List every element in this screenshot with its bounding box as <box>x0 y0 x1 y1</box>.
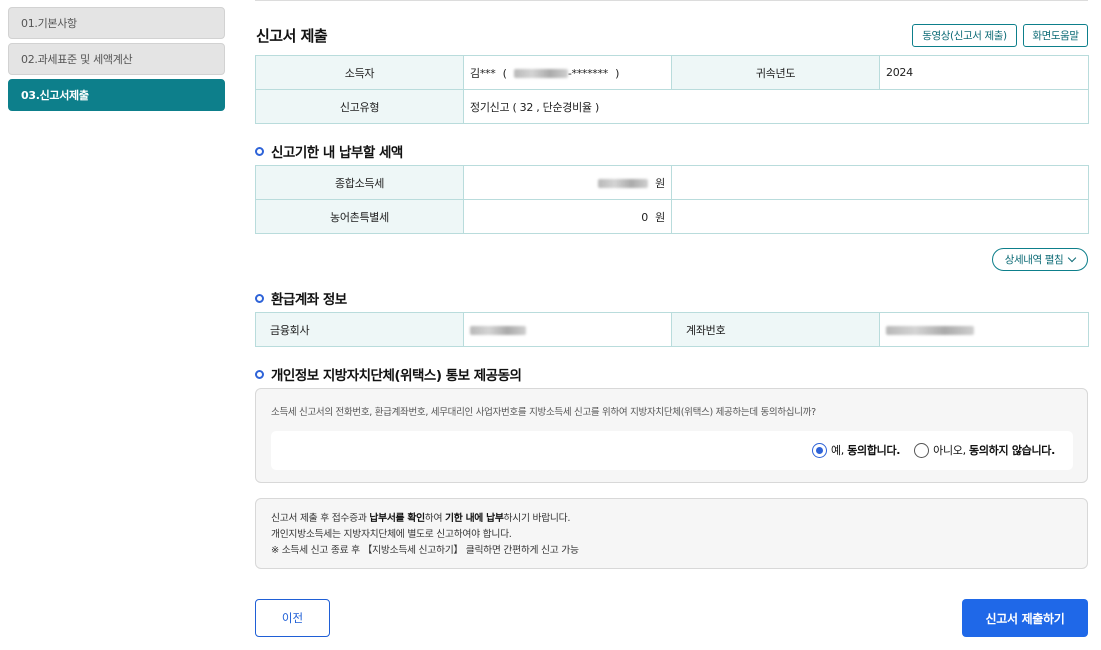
empty-cell <box>671 199 1089 234</box>
year-value: 2024 <box>879 55 1089 90</box>
redacted-id <box>513 69 568 78</box>
step-item-tax-calculation[interactable]: 02.과세표준 및 세액계산 <box>8 43 225 75</box>
taxpayer-value: 김*** ( -******* ) <box>463 55 672 90</box>
rural-tax-value: 0 원 <box>463 199 672 234</box>
notice-line-1: 신고서 제출 후 접수증과 납부서를 확인하여 기한 내에 납부하시기 바랍니다… <box>271 513 571 524</box>
consent-radio-group: 예, 동의합니다. 아니오, 동의하지 않습니다. <box>811 442 1055 458</box>
rural-tax-label: 농어촌특별세 <box>255 199 464 234</box>
screen-help-button[interactable]: 화면도움말 <box>1023 24 1088 47</box>
bank-value <box>463 312 672 347</box>
submit-return-button[interactable]: 신고서 제출하기 <box>962 599 1088 637</box>
empty-cell <box>671 165 1089 200</box>
consent-yes-label[interactable]: 예, 동의합니다. <box>831 442 901 458</box>
expand-details-label: 상세내역 펼침 <box>1004 254 1064 266</box>
notice-box: 신고서 제출 후 접수증과 납부서를 확인하여 기한 내에 납부하시기 바랍니다… <box>255 498 1088 569</box>
bank-label: 금융회사 <box>255 312 464 347</box>
circle-bullet-icon <box>255 146 264 156</box>
redacted-account <box>886 325 974 335</box>
taxpayer-name: 김*** <box>470 66 496 80</box>
section-title-text: 환급계좌 정보 <box>271 292 347 308</box>
redacted-amount <box>597 179 648 188</box>
taxpayer-id-open: ( <box>502 66 507 80</box>
redacted-bank <box>470 325 526 335</box>
table-row: 금융회사 계좌번호 <box>255 312 1089 347</box>
income-tax-value: 원 <box>463 165 672 200</box>
notice-line-2: 개인지방소득세는 지방자치단체에 별도로 신고하여야 합니다. <box>271 529 512 540</box>
table-row: 농어촌특별세 0 원 <box>255 199 1089 234</box>
step-item-submission[interactable]: 03.신고서제출 <box>8 79 225 111</box>
table-row: 소득자 김*** ( -******* ) 귀속년도 2024 <box>255 55 1089 90</box>
table-row: 종합소득세 원 <box>255 165 1089 200</box>
previous-button[interactable]: 이전 <box>255 599 330 637</box>
taxpayer-label: 소득자 <box>255 55 464 90</box>
expand-details-button[interactable]: 상세내역 펼침 <box>992 248 1088 271</box>
step-sidebar: 01.기본사항 02.과세표준 및 세액계산 03.신고서제출 <box>8 7 225 115</box>
filing-type-label: 신고유형 <box>255 89 464 124</box>
rural-tax-amount: 0 <box>641 210 648 224</box>
taxpayer-id-masked: -******* <box>567 66 608 80</box>
account-number-label: 계좌번호 <box>671 312 880 347</box>
notice-line-3: ※ 소득세 신고 종료 후 【지방소득세 신고하기】 클릭하면 간편하게 신고 … <box>271 545 579 556</box>
currency-unit: 원 <box>655 210 665 224</box>
consent-yes-radio[interactable] <box>811 442 827 458</box>
taxpayer-id-close: ) <box>615 66 620 80</box>
circle-bullet-icon <box>255 293 264 303</box>
circle-bullet-icon <box>255 369 264 379</box>
filing-type-value: 정기신고 ( 32 , 단순경비율 ) <box>463 89 1089 124</box>
section-title-text: 신고기한 내 납부할 세액 <box>271 145 403 161</box>
consent-no-radio[interactable] <box>914 442 930 458</box>
top-divider <box>255 0 1088 1</box>
tax-due-table: 종합소득세 원 농어촌특별세 0 원 <box>255 165 1089 234</box>
income-tax-label: 종합소득세 <box>255 165 464 200</box>
consent-question: 소득세 신고서의 전화번호, 환급계좌번호, 세무대리인 사업자번호를 지방소득… <box>271 407 816 418</box>
chevron-down-icon <box>1068 253 1077 262</box>
refund-account-table: 금융회사 계좌번호 <box>255 312 1089 347</box>
consent-box: 소득세 신고서의 전화번호, 환급계좌번호, 세무대리인 사업자번호를 지방소득… <box>255 388 1088 483</box>
video-guide-button[interactable]: 동영상(신고서 제출) <box>912 24 1017 47</box>
consent-options: 예, 동의합니다. 아니오, 동의하지 않습니다. <box>271 431 1073 470</box>
refund-account-section-title: 환급계좌 정보 <box>255 288 347 308</box>
consent-no-label[interactable]: 아니오, 동의하지 않습니다. <box>933 442 1055 458</box>
page-title: 신고서 제출 <box>256 27 328 45</box>
account-number-value <box>879 312 1089 347</box>
tax-due-section-title: 신고기한 내 납부할 세액 <box>255 141 403 161</box>
table-row: 신고유형 정기신고 ( 32 , 단순경비율 ) <box>255 89 1089 124</box>
year-label: 귀속년도 <box>671 55 880 90</box>
step-item-basic-info[interactable]: 01.기본사항 <box>8 7 225 39</box>
currency-unit: 원 <box>655 176 665 190</box>
title-row: 신고서 제출 동영상(신고서 제출) 화면도움말 <box>255 24 1088 48</box>
filer-info-table: 소득자 김*** ( -******* ) 귀속년도 2024 신고유형 정기신… <box>255 55 1089 124</box>
consent-section-title: 개인정보 지방자치단체(위택스) 통보 제공동의 <box>255 364 522 384</box>
section-title-text: 개인정보 지방자치단체(위택스) 통보 제공동의 <box>271 368 522 384</box>
